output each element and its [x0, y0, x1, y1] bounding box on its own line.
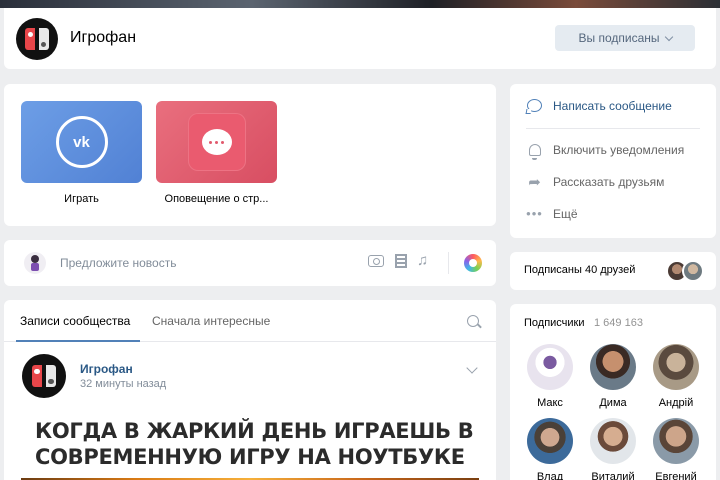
subscriber-item[interactable]: Андрій: [646, 344, 706, 409]
app-notifications[interactable]: Оповещение о стр...: [156, 101, 277, 205]
app-notifications-tile[interactable]: [156, 101, 277, 183]
actions-block: Написать сообщение Включить уведомления …: [510, 84, 716, 238]
post-image-caption: КОГДА В ЖАРКИЙ ДЕНЬ ИГРАЕШЬ В СОВРЕМЕННУ…: [35, 419, 474, 469]
friends-subscribed[interactable]: Подписаны 40 друзей: [510, 252, 716, 290]
subscribers-block: Подписчики 1 649 163 Макс Дима Андрій Вл…: [510, 304, 716, 480]
community-header: Игрофан Вы подписаны: [4, 8, 716, 69]
bell-icon: [528, 143, 541, 160]
post-menu-chevron-icon[interactable]: [466, 362, 478, 374]
send-message-label: Написать сообщение: [553, 98, 672, 113]
subscribed-label: Вы подписаны: [578, 31, 660, 45]
divider: [448, 252, 449, 274]
user-avatar: [24, 252, 46, 274]
active-tab-indicator: [16, 340, 140, 342]
more-icon: •••: [526, 206, 543, 221]
more-button[interactable]: ••• Ещё: [526, 205, 578, 222]
share-icon: ➦: [528, 173, 541, 191]
subscribed-button[interactable]: Вы подписаны: [555, 25, 695, 51]
vk-logo-icon: vk: [55, 116, 108, 168]
apps-block: vk Играть Оповещение о стр...: [4, 84, 496, 226]
subscriber-avatar: [653, 418, 699, 464]
subscriber-item[interactable]: Дима: [583, 344, 643, 409]
chevron-down-icon: [664, 32, 673, 41]
community-title: Игрофан: [70, 29, 137, 46]
more-label: Ещё: [553, 206, 578, 221]
subscriber-name: Андрій: [658, 397, 694, 409]
suggest-news-bar[interactable]: Предложите новость ♫: [4, 240, 496, 286]
app-play-label: Играть: [64, 193, 99, 205]
tab-interesting-first[interactable]: Сначала интересные: [152, 314, 270, 328]
cover-image: [0, 0, 720, 8]
search-icon[interactable]: [467, 315, 479, 327]
subscriber-item[interactable]: Макс: [520, 344, 580, 409]
subscriber-avatar: [590, 418, 636, 464]
subscriber-item[interactable]: Влад: [520, 418, 580, 480]
tell-friends-button[interactable]: ➦ Рассказать друзьям: [526, 173, 665, 191]
tell-friends-label: Рассказать друзьям: [553, 174, 665, 189]
subscriber-name: Дима: [599, 397, 627, 409]
subscribers-count: 1 649 163: [594, 317, 643, 329]
subscriber-avatar: [653, 344, 699, 390]
subscriber-name: Макс: [537, 397, 563, 409]
app-play-tile[interactable]: vk: [21, 101, 142, 183]
send-message-button[interactable]: Написать сообщение: [526, 97, 672, 114]
subscriber-avatar: [527, 418, 573, 464]
subscriber-name: Евгений: [655, 471, 697, 480]
subscriber-name: Влад: [536, 471, 564, 480]
wall-block: Записи сообщества Сначала интересные Игр…: [4, 300, 496, 480]
poster-icon[interactable]: [464, 254, 482, 272]
app-notifications-label: Оповещение о стр...: [164, 193, 269, 205]
chat-bubble-icon: [201, 129, 232, 155]
subscriber-avatar: [527, 344, 573, 390]
subscriber-avatar: [590, 344, 636, 390]
message-icon: [527, 99, 542, 112]
video-icon[interactable]: [395, 254, 407, 268]
enable-notifications-label: Включить уведомления: [553, 142, 685, 157]
divider: [526, 128, 700, 129]
subscriber-name: Виталий: [591, 471, 635, 480]
wall-tabs: Записи сообщества Сначала интересные: [4, 300, 496, 342]
enable-notifications-button[interactable]: Включить уведомления: [526, 141, 685, 160]
suggest-news-input[interactable]: Предложите новость: [60, 256, 176, 270]
music-icon[interactable]: ♫: [417, 252, 428, 269]
friends-subscribed-label: Подписаны 40 друзей: [524, 264, 636, 276]
camera-icon[interactable]: [368, 255, 384, 267]
post-author-avatar[interactable]: [22, 354, 66, 398]
post-author-name[interactable]: Игрофан: [80, 362, 133, 376]
subscriber-item[interactable]: Евгений: [646, 418, 706, 480]
tab-community-posts[interactable]: Записи сообщества: [20, 314, 130, 328]
community-avatar[interactable]: [16, 18, 58, 60]
friend-avatar: [682, 260, 704, 282]
post-image[interactable]: КОГДА В ЖАРКИЙ ДЕНЬ ИГРАЕШЬ В СОВРЕМЕННУ…: [21, 406, 479, 480]
subscribers-title[interactable]: Подписчики: [524, 317, 585, 329]
switch-logo-icon: [31, 364, 43, 388]
subscriber-item[interactable]: Виталий: [583, 418, 643, 480]
post-timestamp[interactable]: 32 минуты назад: [80, 378, 166, 390]
app-play[interactable]: vk Играть: [21, 101, 142, 205]
character-icon: [31, 255, 39, 271]
